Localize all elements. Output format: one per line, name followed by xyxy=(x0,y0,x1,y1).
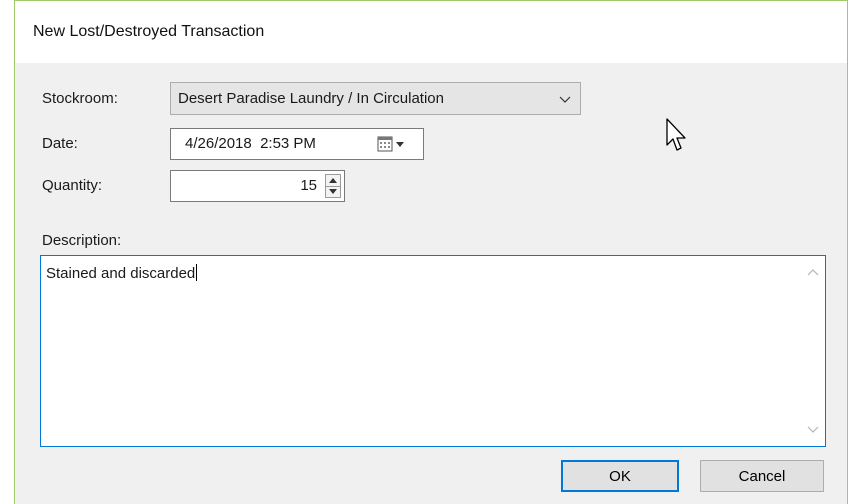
description-textarea[interactable]: Stained and discarded xyxy=(40,255,826,447)
description-text: Stained and discarded xyxy=(46,264,198,282)
stockroom-label: Stockroom: xyxy=(42,90,118,107)
mouse-pointer-icon xyxy=(666,118,686,151)
quantity-label: Quantity: xyxy=(42,177,103,194)
stockroom-dropdown[interactable]: Desert Paradise Laundry / In Circulation xyxy=(170,82,581,115)
cancel-button[interactable]: Cancel xyxy=(700,460,824,492)
date-label: Date: xyxy=(42,135,78,152)
title-bar[interactable]: New Lost/Destroyed Transaction xyxy=(15,1,847,63)
text-caret xyxy=(196,264,198,281)
quantity-stepper[interactable]: 15 xyxy=(170,170,345,202)
scroll-up-icon[interactable] xyxy=(807,268,819,276)
dialog-window: New Lost/Destroyed Transaction Stockroom… xyxy=(14,0,848,504)
scroll-down-icon[interactable] xyxy=(807,426,819,434)
calendar-icon[interactable] xyxy=(377,136,413,152)
quantity-value: 15 xyxy=(300,177,317,194)
description-label: Description: xyxy=(42,232,122,249)
date-picker[interactable]: 4/26/2018 2:53 PM xyxy=(170,128,424,160)
chevron-down-icon xyxy=(559,96,571,103)
stockroom-value: Desert Paradise Laundry / In Circulation xyxy=(178,90,444,107)
spin-down-icon[interactable] xyxy=(326,186,340,197)
ok-button[interactable]: OK xyxy=(561,460,679,492)
dialog-title: New Lost/Destroyed Transaction xyxy=(33,23,265,40)
date-value: 4/26/2018 2:53 PM xyxy=(185,135,316,152)
spin-buttons xyxy=(325,174,341,198)
